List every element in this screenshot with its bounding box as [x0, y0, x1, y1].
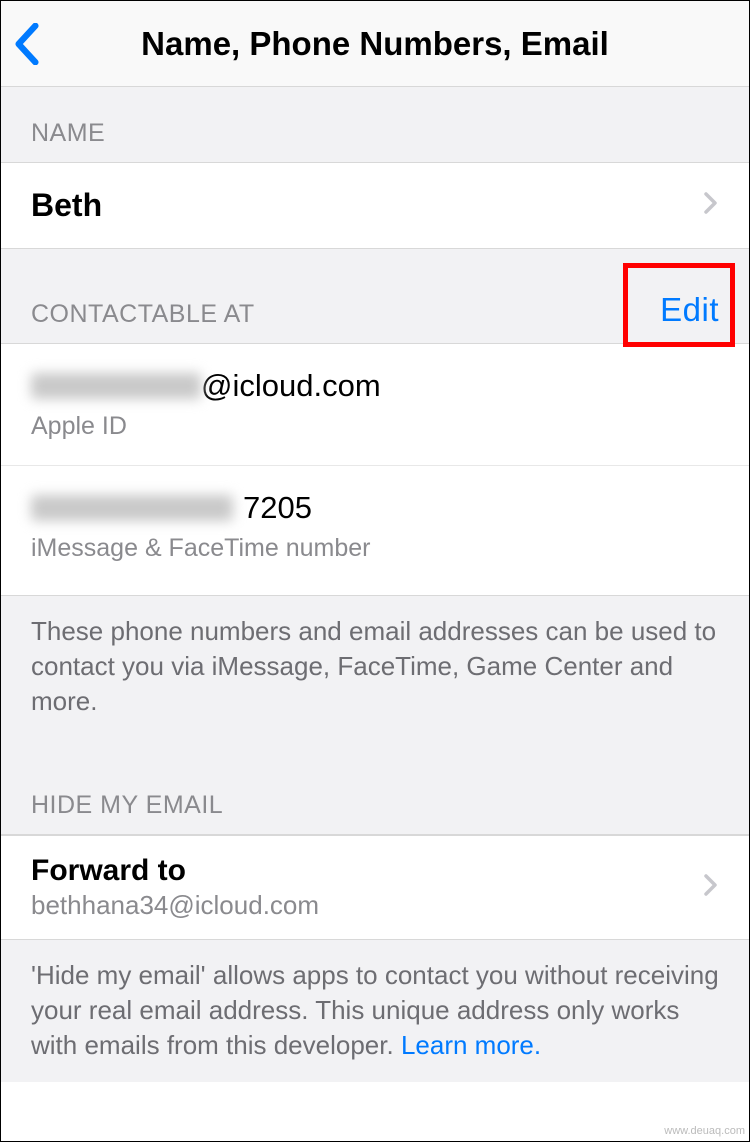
section-header-label: NAME	[31, 119, 105, 148]
phone-suffix: 7205	[243, 490, 312, 526]
contactable-list: @icloud.com Apple ID 7205 iMessage & Fac…	[1, 344, 749, 596]
contact-item-phone[interactable]: 7205 iMessage & FaceTime number	[1, 465, 749, 595]
hide-email-footer: 'Hide my email' allows apps to contact y…	[1, 940, 749, 1081]
chevron-left-icon	[13, 23, 41, 65]
section-header-label: CONTACTABLE AT	[31, 300, 255, 329]
learn-more-link[interactable]: Learn more.	[401, 1030, 541, 1060]
nav-header: Name, Phone Numbers, Email	[1, 1, 749, 87]
redacted-text	[31, 373, 201, 399]
section-header-contactable: CONTACTABLE AT Edit	[1, 249, 749, 344]
section-header-hide-email: HIDE MY EMAIL	[1, 737, 749, 835]
name-row[interactable]: Beth	[1, 163, 749, 249]
forward-email: bethhana34@icloud.com	[31, 890, 319, 921]
chevron-right-icon	[703, 189, 719, 223]
forward-label: Forward to	[31, 854, 319, 888]
name-value: Beth	[31, 187, 102, 224]
contact-subtitle: Apple ID	[31, 412, 719, 441]
contact-phone-value: 7205	[31, 490, 719, 526]
chevron-right-icon	[703, 871, 719, 905]
contact-subtitle: iMessage & FaceTime number	[31, 534, 719, 563]
back-button[interactable]	[13, 23, 41, 65]
watermark: www.deuaq.com	[664, 1125, 745, 1137]
email-suffix: @icloud.com	[201, 368, 381, 404]
redacted-text	[31, 495, 233, 521]
edit-button[interactable]: Edit	[660, 291, 719, 329]
page-title: Name, Phone Numbers, Email	[1, 25, 749, 63]
contact-item-email[interactable]: @icloud.com Apple ID	[1, 344, 749, 465]
section-header-label: HIDE MY EMAIL	[31, 791, 223, 820]
contact-email-value: @icloud.com	[31, 368, 719, 404]
section-header-name: NAME	[1, 87, 749, 163]
footer-text-body: 'Hide my email' allows apps to contact y…	[31, 960, 719, 1060]
forward-to-row[interactable]: Forward to bethhana34@icloud.com	[1, 835, 749, 940]
contactable-footer: These phone numbers and email addresses …	[1, 596, 749, 737]
